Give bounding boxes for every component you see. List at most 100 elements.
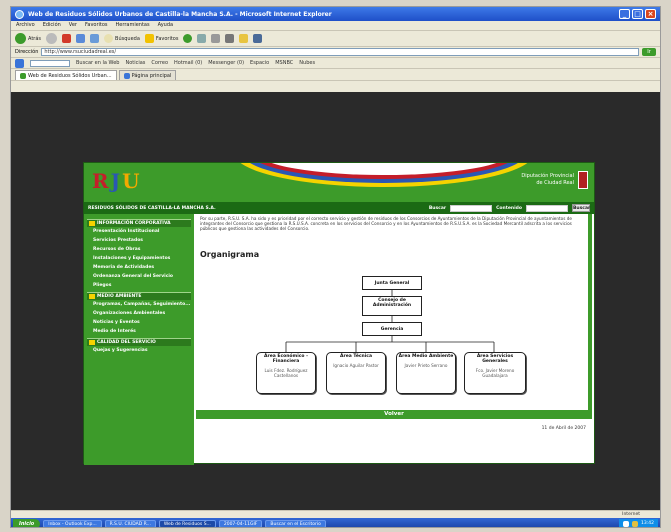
taskbar-item[interactable]: R.S.U. CIUDAD R...	[104, 519, 156, 527]
history-icon[interactable]	[197, 34, 207, 43]
tab-rsu-site[interactable]: Web de Residuos Sólidos Urban...	[15, 70, 117, 80]
site-search-button[interactable]: Buscar	[572, 204, 590, 212]
menu-edicion[interactable]: Edición	[43, 22, 61, 29]
content-scrollbar[interactable]	[588, 214, 592, 410]
org-node-junta: Junta General	[362, 276, 422, 290]
menu-favoritos[interactable]: Favoritos	[85, 22, 108, 29]
forward-arrow-icon[interactable]	[46, 33, 58, 44]
sidebar-link[interactable]: Quejas y Sugerencias	[87, 346, 191, 355]
sidebar-link[interactable]: Organizaciones Ambientales	[87, 309, 191, 318]
sidebar-link[interactable]: Ordenanza General del Servicio	[87, 272, 191, 281]
sidebar-link[interactable]: Pliegos	[87, 281, 191, 290]
start-button[interactable]: Inicio	[13, 518, 41, 527]
area-person: Fco. Javier Moreno Guadalajara	[475, 368, 515, 378]
org-node-area: Área Técnica Ignacio Aguilar Pastor	[326, 352, 386, 394]
area-title: Área Servicios Generales	[476, 354, 514, 364]
folder-icon[interactable]	[239, 34, 249, 43]
links-item-news[interactable]: Noticias	[125, 60, 145, 66]
window-controls: _ □ ×	[619, 9, 656, 19]
links-item-clouds[interactable]: Nubes	[299, 60, 315, 66]
sidebar-link[interactable]: Programas, Campañas, Seguimiento...	[87, 300, 191, 309]
tab-home[interactable]: Página principal	[118, 70, 177, 80]
taskbar-item[interactable]: Inbox - Outlook Exp...	[43, 519, 102, 527]
site-sidebar: INFORMACIÓN CORPORATIVA Presentación Ins…	[84, 214, 194, 465]
logo-letter-r: R	[92, 169, 111, 193]
taskbar-item[interactable]: 2007-04-11GIF	[218, 519, 263, 527]
sidebar-section: MEDIO AMBIENTE Programas, Campañas, Segu…	[87, 292, 191, 336]
sidebar-section: INFORMACIÓN CORPORATIVA Presentación Ins…	[87, 219, 191, 290]
home-icon[interactable]	[90, 34, 100, 43]
mail-icon[interactable]	[211, 34, 221, 43]
close-button[interactable]: ×	[645, 9, 656, 19]
sidebar-link[interactable]: Recursos de Obras	[87, 245, 191, 254]
links-item-messenger[interactable]: Messenger (0)	[208, 60, 244, 66]
links-item-hotmail[interactable]: Hotmail (0)	[174, 60, 202, 66]
area-person: Ignacio Aguilar Pastor	[333, 363, 379, 368]
search-button[interactable]: Búsqueda	[104, 34, 140, 43]
page-date: 11 de Abril de 2007	[541, 426, 586, 431]
institution-line-2: de Ciudad Real	[536, 180, 574, 186]
institution-line-1: Diputación Provincial	[521, 173, 574, 179]
site-content-input[interactable]	[526, 204, 568, 212]
menu-archivo[interactable]: Archivo	[16, 22, 35, 29]
media-icon[interactable]	[183, 34, 193, 43]
messenger-icon[interactable]	[253, 34, 263, 43]
menu-ver[interactable]: Ver	[69, 22, 77, 29]
volume-icon[interactable]	[632, 520, 639, 527]
links-item-msnbc[interactable]: MSNBC	[275, 60, 293, 66]
org-chart: Junta General Consejo de Administración …	[196, 270, 592, 398]
menu-bar: Archivo Edición Ver Favoritos Herramient…	[11, 21, 660, 31]
main-content: Por su parte, R.S.U. S.A. ha sido y es p…	[196, 214, 592, 465]
toolbar-search-input[interactable]	[30, 59, 70, 67]
menu-herramientas[interactable]: Herramientas	[116, 22, 150, 29]
stop-icon[interactable]	[62, 34, 72, 43]
search-label: Búsqueda	[115, 35, 140, 42]
tab-label: Web de Residuos Sólidos Urban...	[28, 72, 112, 79]
sidebar-link[interactable]: Medio de Interés	[87, 327, 191, 336]
star-icon	[144, 34, 154, 43]
crest-icon	[578, 171, 588, 189]
area-title: Área Técnica	[340, 354, 372, 359]
search-label-2: Contenido	[496, 205, 522, 211]
section-bullet-icon	[89, 221, 95, 226]
print-icon[interactable]	[225, 34, 235, 43]
site-search-input[interactable]	[450, 204, 493, 212]
maximize-button[interactable]: □	[632, 9, 643, 19]
intro-paragraph: Por su parte, R.S.U. S.A. ha sido y es p…	[200, 216, 572, 232]
tab-label: Página principal	[131, 72, 172, 79]
minimize-button[interactable]: _	[619, 9, 630, 19]
decorative-arcs-icon	[240, 163, 528, 187]
sidebar-heading-label: INFORMACIÓN CORPORATIVA	[97, 221, 171, 226]
org-node-gerencia: Gerencia	[362, 322, 422, 336]
refresh-icon[interactable]	[76, 34, 86, 43]
sidebar-link[interactable]: Noticias y Eventos	[87, 318, 191, 327]
taskbar-item[interactable]: Web de Residuos S...	[158, 519, 216, 527]
links-item-search-web[interactable]: Buscar en la Web	[76, 60, 119, 66]
clock: 13:42	[641, 520, 654, 526]
system-tray: 13:42	[619, 518, 658, 527]
links-item-spaces[interactable]: Espacio	[250, 60, 269, 66]
magnifier-icon	[104, 34, 114, 43]
back-button[interactable]: Atrás	[15, 33, 41, 44]
back-link[interactable]: Volver	[196, 410, 592, 419]
links-item-mail[interactable]: Correo	[151, 60, 168, 66]
sidebar-link[interactable]: Instalaciones y Equipamientos	[87, 254, 191, 263]
page-icon	[123, 72, 130, 79]
sidebar-link[interactable]: Servicios Prestados	[87, 236, 191, 245]
sidebar-heading: MEDIO AMBIENTE	[87, 292, 191, 300]
org-node-consejo: Consejo de Administración	[362, 296, 422, 316]
rsu-logo[interactable]: RJU	[92, 169, 142, 193]
sidebar-link[interactable]: Presentación Institucional	[87, 227, 191, 236]
area-title: Área Económico - Financiera	[264, 354, 308, 364]
org-node-area: Área Medio Ambiente Javier Prieto Serran…	[396, 352, 456, 394]
network-icon[interactable]	[623, 520, 630, 527]
org-node-area: Área Servicios Generales Fco. Javier Mor…	[464, 352, 526, 394]
favorites-button[interactable]: Favoritos	[144, 34, 178, 43]
desktop-search-input[interactable]: Buscar en el Escritorio	[265, 519, 326, 527]
logo-letter-u: U	[122, 169, 142, 193]
menu-ayuda[interactable]: Ayuda	[158, 22, 173, 29]
sidebar-link[interactable]: Memoria de Actividades	[87, 263, 191, 272]
go-button[interactable]: Ir	[642, 48, 656, 56]
address-input[interactable]: http://www.rsuciudadreal.es/	[41, 48, 639, 56]
area-title: Área Medio Ambiente	[398, 354, 454, 359]
